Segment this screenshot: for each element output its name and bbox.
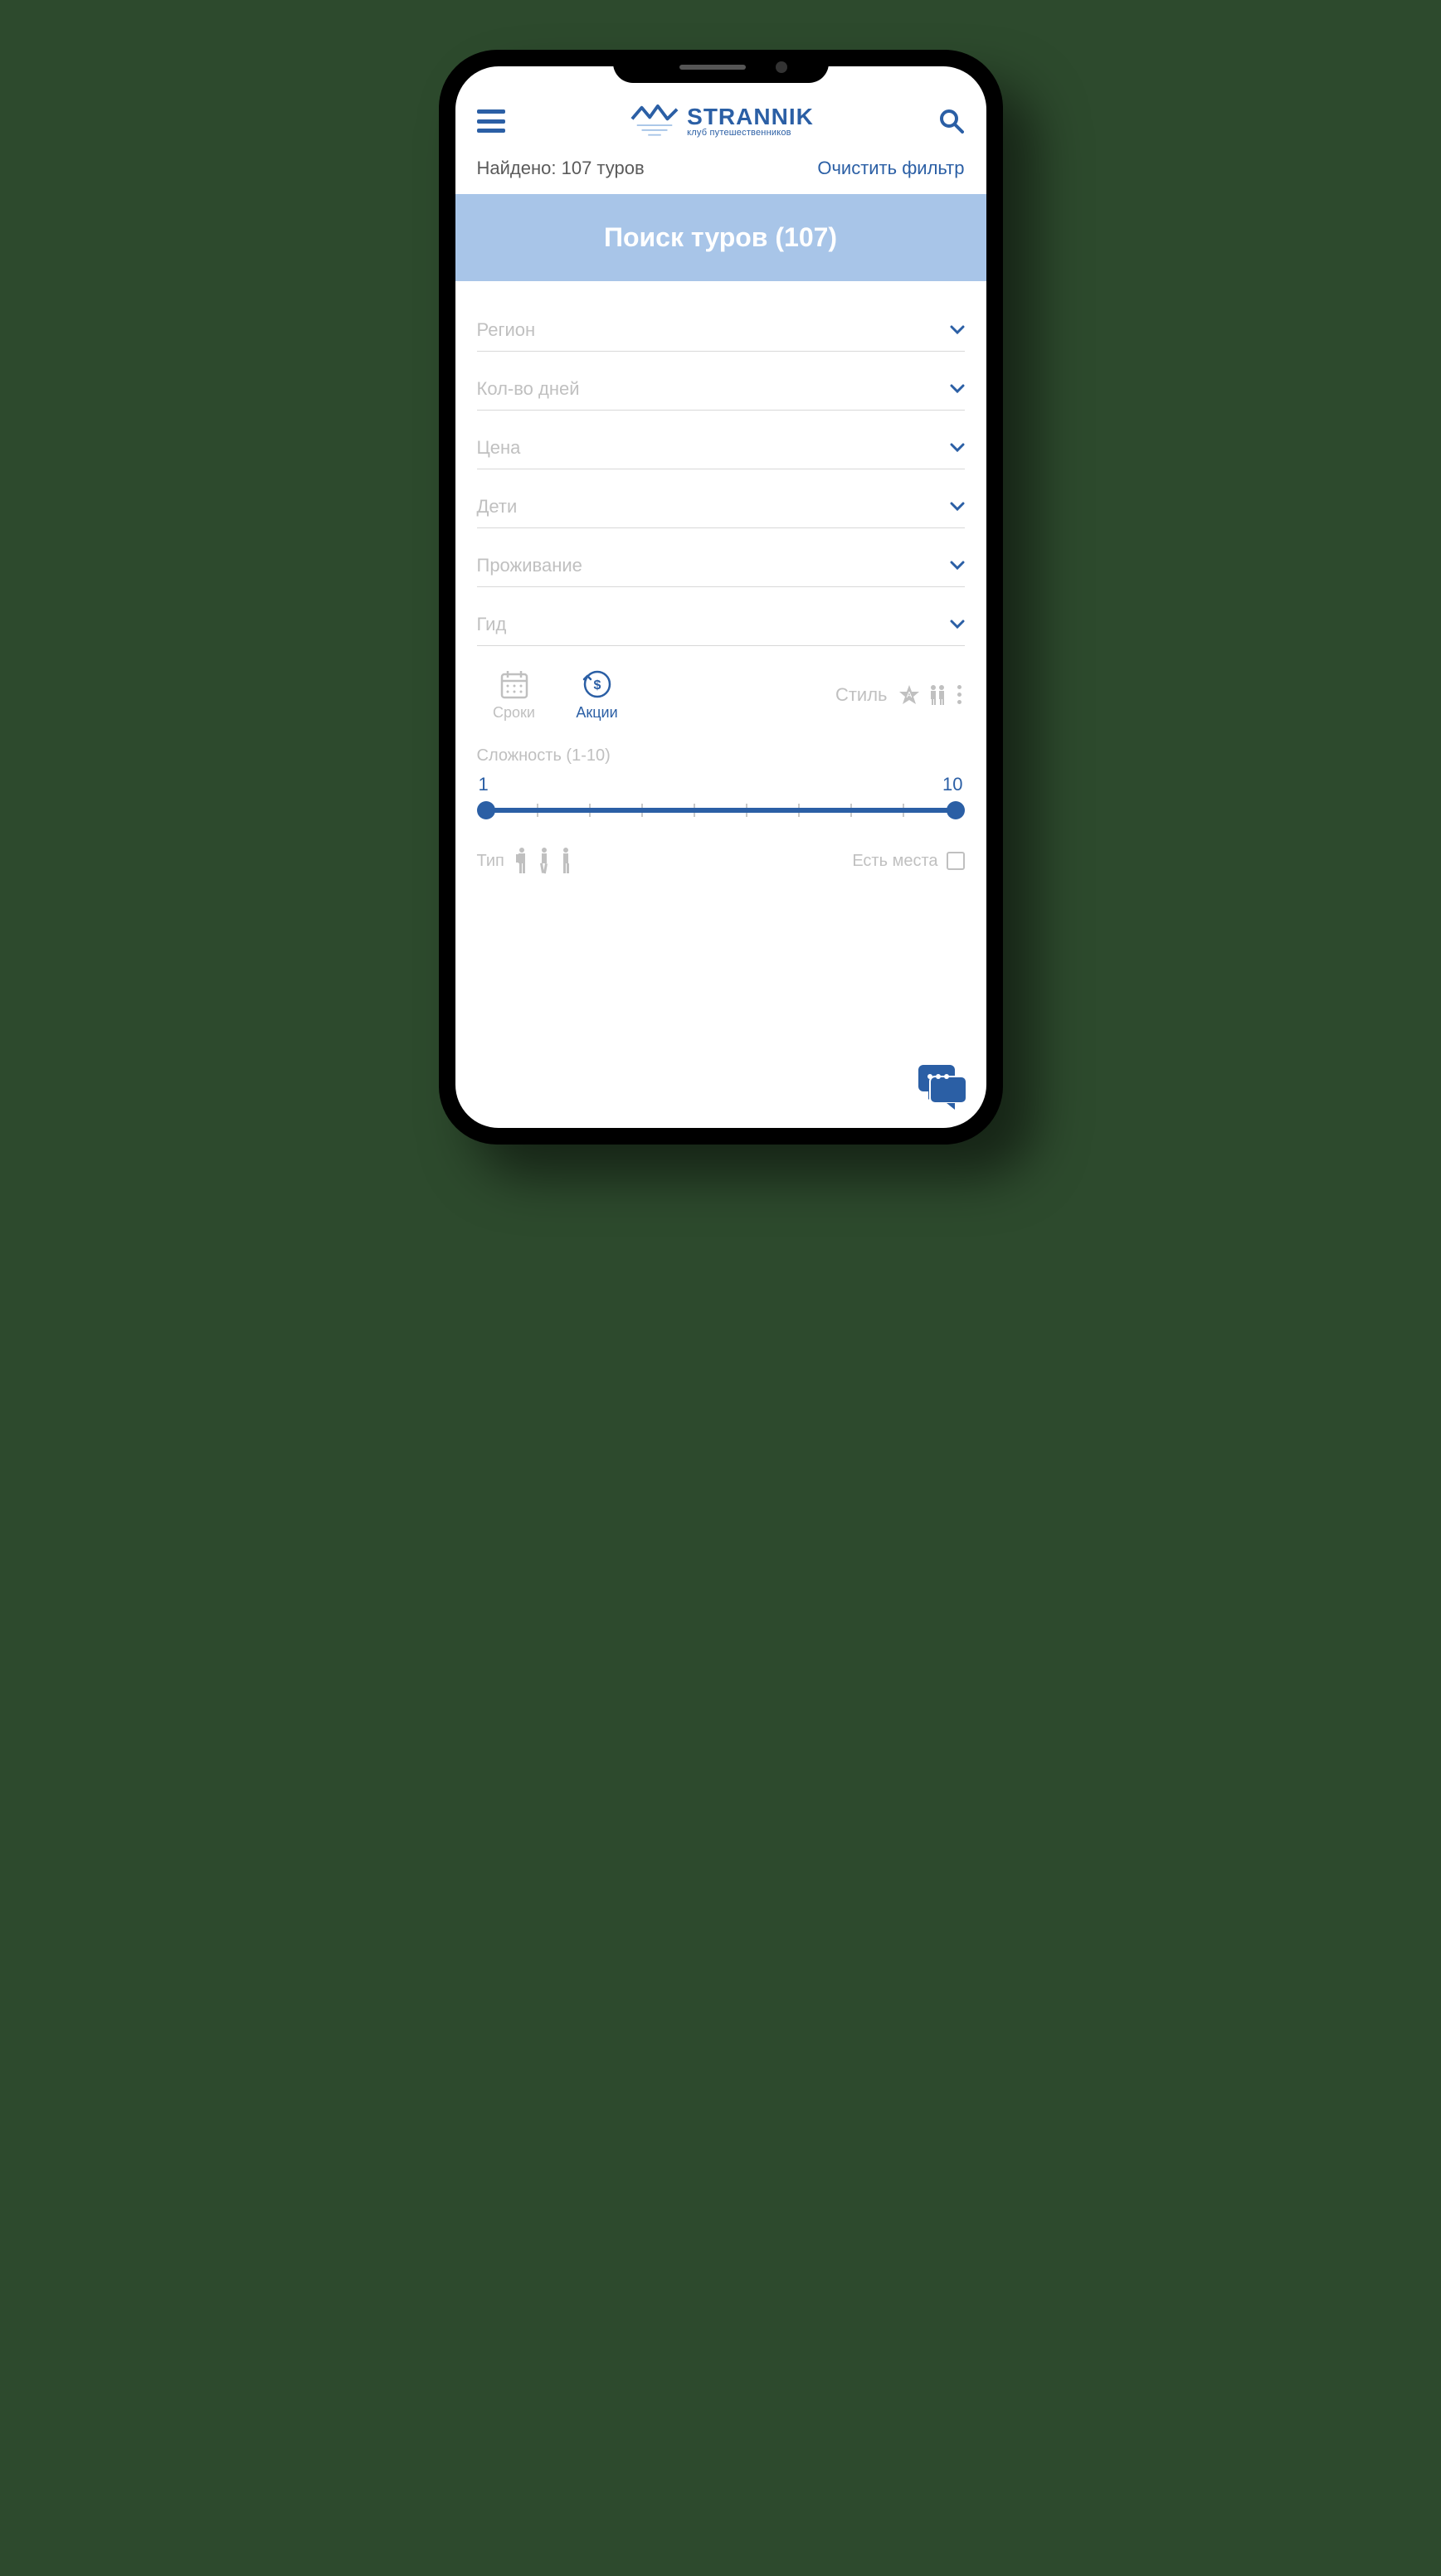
chevron-down-icon	[950, 325, 965, 335]
spots-checkbox[interactable]	[947, 852, 965, 870]
chevron-down-icon	[950, 384, 965, 394]
filter-children[interactable]: Дети	[477, 484, 965, 528]
brand-name: STRANNIK	[687, 105, 814, 129]
chat-fab[interactable]	[913, 1062, 968, 1110]
clear-filter-link[interactable]: Очистить фильтр	[817, 158, 964, 179]
results-count: Найдено: 107 туров	[477, 158, 645, 179]
results-row: Найдено: 107 туров Очистить фильтр	[455, 148, 986, 194]
spots-filter[interactable]: Есть места	[852, 852, 964, 871]
difficulty-min: 1	[479, 774, 489, 795]
star-icon: A	[898, 683, 921, 707]
filter-guide[interactable]: Гид	[477, 602, 965, 646]
slider-handle-max[interactable]	[947, 801, 965, 819]
quick-filters: Сроки $ Акции Стиль A	[455, 661, 986, 722]
calendar-icon	[498, 668, 531, 701]
phone-frame: STRANNIK клуб путешественников Найдено: …	[439, 50, 1003, 1145]
filters-list: Регион Кол-во дней Цена Дети Проживание …	[455, 281, 986, 646]
quick-dates[interactable]: Сроки	[477, 668, 552, 722]
svg-text:$: $	[593, 678, 601, 693]
filter-days[interactable]: Кол-во дней	[477, 367, 965, 411]
difficulty-max: 10	[942, 774, 962, 795]
difficulty-slider[interactable]	[477, 800, 965, 819]
chevron-down-icon	[950, 620, 965, 629]
slider-handle-min[interactable]	[477, 801, 495, 819]
bottom-filters: Тип Есть места	[455, 819, 986, 892]
hiker-icon	[536, 847, 553, 875]
difficulty-label: Сложность (1-10)	[477, 746, 965, 766]
menu-button[interactable]	[477, 109, 505, 133]
hiker-backpack-icon	[513, 847, 531, 875]
style-filter[interactable]: Стиль A	[835, 683, 965, 707]
app-screen: STRANNIK клуб путешественников Найдено: …	[455, 66, 986, 1128]
difficulty-filter: Сложность (1-10) 1 10	[455, 722, 986, 819]
phone-notch	[613, 50, 829, 83]
chevron-down-icon	[950, 561, 965, 571]
promo-icon: $	[581, 668, 614, 701]
filter-price[interactable]: Цена	[477, 425, 965, 469]
more-icon[interactable]	[954, 685, 965, 704]
chevron-down-icon	[950, 502, 965, 512]
logo-mountains-icon	[630, 103, 679, 139]
filter-accommodation[interactable]: Проживание	[477, 543, 965, 587]
banner-title: Поиск туров (107)	[604, 222, 837, 252]
walker-icon	[557, 847, 574, 875]
brand-tagline: клуб путешественников	[687, 129, 814, 138]
filter-region[interactable]: Регион	[477, 308, 965, 352]
brand-logo[interactable]: STRANNIK клуб путешественников	[630, 103, 814, 139]
search-banner: Поиск туров (107)	[455, 194, 986, 281]
family-icon	[926, 683, 949, 707]
quick-promo[interactable]: $ Акции	[560, 668, 635, 722]
type-filter[interactable]: Тип	[477, 847, 574, 875]
chevron-down-icon	[950, 443, 965, 453]
search-icon[interactable]	[939, 109, 964, 134]
svg-text:A: A	[906, 691, 912, 700]
